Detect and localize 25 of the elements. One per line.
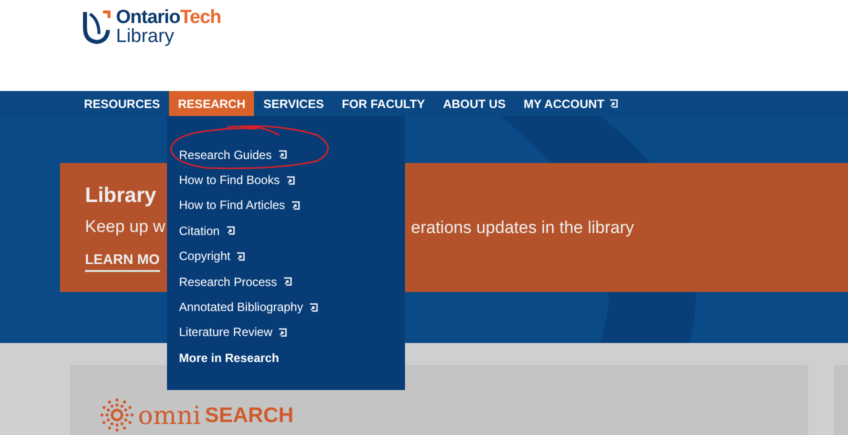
menu-item[interactable]: Annotated Bibliography — [179, 294, 405, 320]
banner-title: Library — [85, 185, 156, 206]
nav-tab[interactable]: SERVICES — [254, 91, 333, 116]
menu-item[interactable]: Citation — [179, 218, 405, 244]
learn-more-link[interactable]: LEARN MO — [85, 249, 160, 272]
dots-icon — [100, 398, 134, 432]
nav-tab[interactable]: MY ACCOUNT — [514, 91, 628, 116]
menu-item[interactable]: Literature Review — [179, 320, 405, 346]
logo-wordmark: OntarioTech — [116, 8, 221, 27]
logo-icon — [82, 8, 112, 44]
nav-tab[interactable]: RESEARCH — [169, 91, 254, 116]
search-logo-text: SEARCH — [204, 404, 294, 426]
menu-item[interactable]: Copyright — [179, 244, 405, 269]
menu-item[interactable]: How to Find Books — [179, 167, 405, 193]
nav-tab[interactable]: RESOURCES — [75, 91, 170, 116]
nav-tab[interactable]: ABOUT US — [434, 91, 515, 116]
banner-text: erations updates in the library — [411, 219, 634, 236]
menu-item[interactable]: How to Find Articles — [179, 192, 405, 218]
nav-tab[interactable]: FOR FACULTY — [332, 91, 434, 116]
menu-item[interactable]: Research Process — [179, 268, 405, 294]
menu-item[interactable]: Research Guides — [179, 142, 405, 168]
omni-logo-text: omni — [138, 402, 201, 428]
banner-text: Keep up w — [85, 218, 166, 235]
logo-subtitle: Library — [116, 27, 176, 48]
menu-item[interactable]: More in Research — [179, 345, 405, 371]
